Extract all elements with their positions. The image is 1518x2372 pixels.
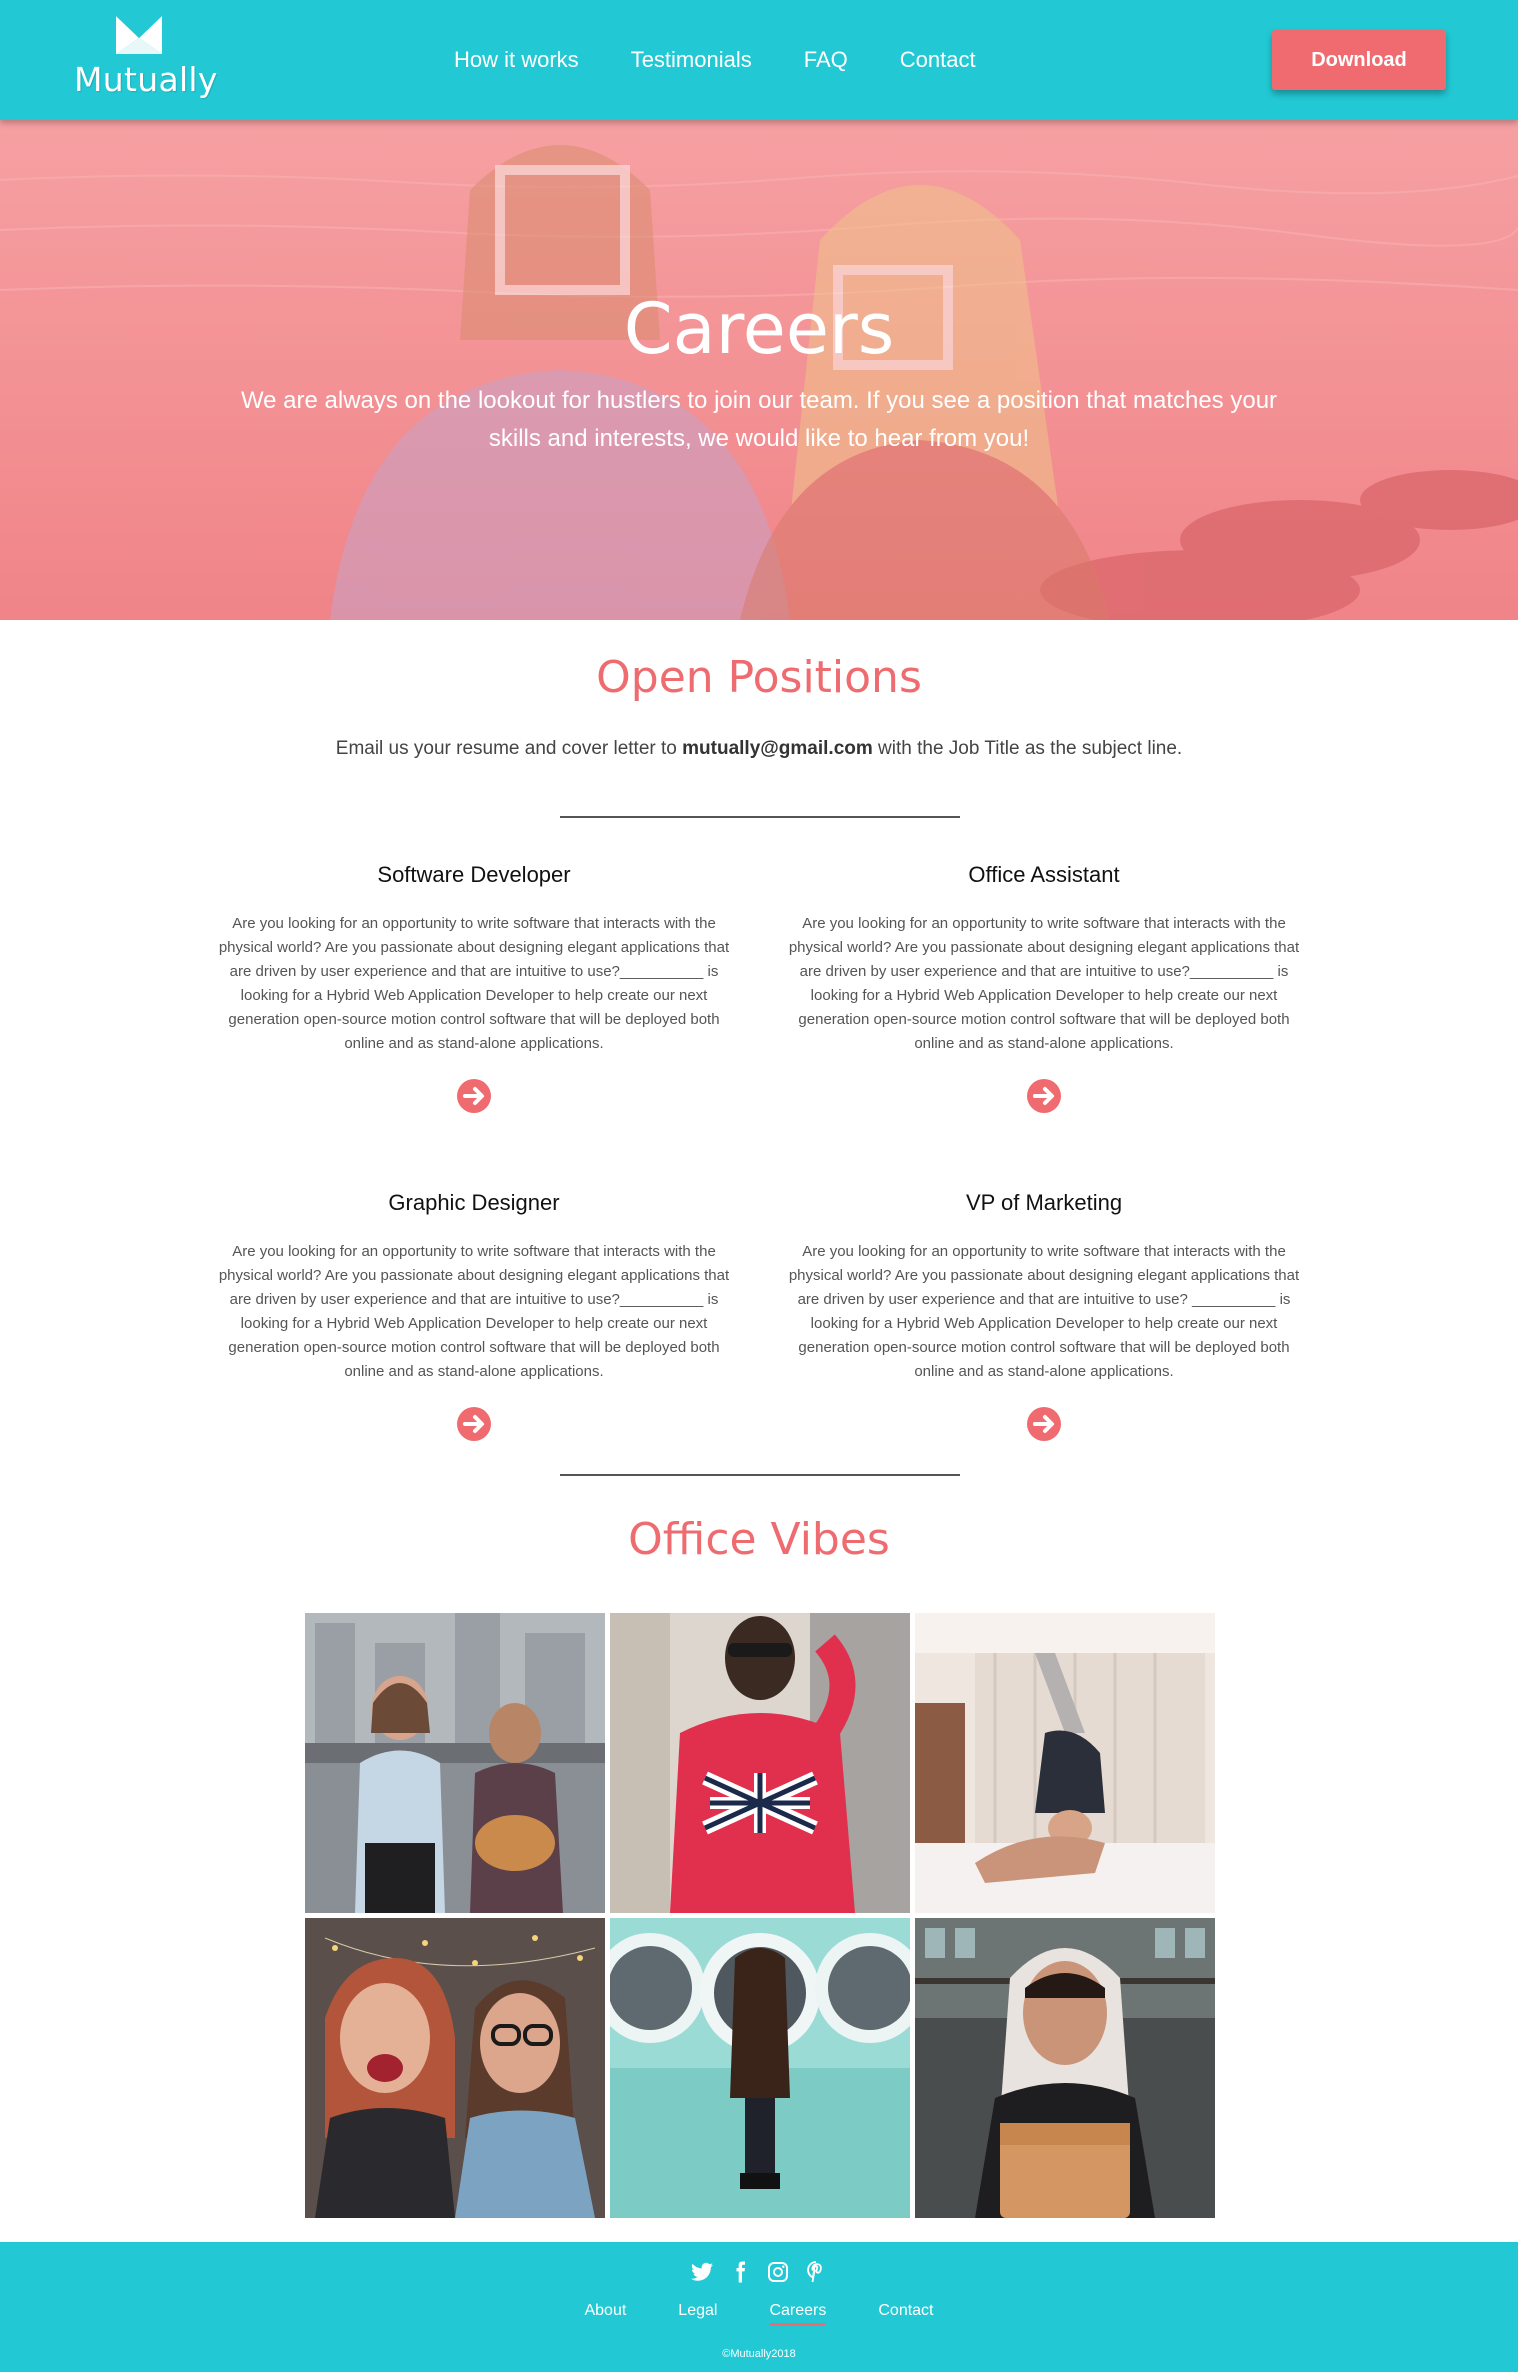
arrow-right-circle-icon[interactable] — [456, 1406, 492, 1442]
footer-link-careers[interactable]: Careers — [769, 2302, 826, 2326]
nav-contact[interactable]: Contact — [900, 44, 976, 76]
job-title: VP of Marketing — [965, 1190, 1123, 1215]
footer-nav: About Legal Careers Contact — [0, 2302, 1518, 2326]
gallery-photo[interactable] — [305, 1613, 605, 1913]
footer-link-contact[interactable]: Contact — [878, 2302, 933, 2326]
arrow-right-circle-icon[interactable] — [1026, 1406, 1062, 1442]
job-description: Are you looking for an opportunity to wr… — [218, 1243, 730, 1380]
gallery-photo[interactable] — [915, 1918, 1215, 2218]
gallery-photo[interactable] — [610, 1613, 910, 1913]
hero-photo — [0, 120, 1518, 620]
positions-intro: Email us your resume and cover letter to… — [0, 738, 1518, 760]
job-description: Are you looking for an opportunity to wr… — [788, 915, 1300, 1052]
nav-how-it-works[interactable]: How it works — [454, 44, 579, 76]
job-title: Software Developer — [377, 862, 571, 887]
nav-faq[interactable]: FAQ — [804, 44, 848, 76]
section-divider — [560, 1474, 960, 1476]
footer-link-legal[interactable]: Legal — [678, 2302, 717, 2326]
download-button[interactable]: Download — [1272, 30, 1446, 90]
office-gallery — [305, 1613, 1215, 2218]
pinterest-icon[interactable] — [804, 2260, 828, 2284]
hero-title: Careers — [623, 288, 895, 370]
arrow-right-circle-icon[interactable] — [456, 1078, 492, 1114]
site-header: Mutually How it works Testimonials FAQ C… — [0, 0, 1518, 120]
gallery-photo[interactable] — [915, 1613, 1215, 1913]
main-nav: How it works Testimonials FAQ Contact — [454, 44, 976, 76]
hero-description: We are always on the lookout for hustler… — [240, 387, 1278, 452]
job-description: Are you looking for an opportunity to wr… — [788, 1243, 1300, 1380]
twitter-icon[interactable] — [690, 2260, 714, 2284]
hero-banner: Careers We are always on the lookout for… — [0, 120, 1518, 620]
job-card-graphic-designer: Graphic Designer Are you looking for an … — [210, 1190, 738, 1441]
gallery-photo[interactable] — [305, 1918, 605, 2218]
site-footer: About Legal Careers Contact ©Mutually201… — [0, 2242, 1518, 2372]
brand-name: Mutually — [74, 60, 218, 99]
job-description: Are you looking for an opportunity to wr… — [218, 915, 730, 1052]
open-positions-title: Open Positions — [596, 652, 922, 703]
job-card-vp-of-marketing: VP of Marketing Are you looking for an o… — [780, 1190, 1308, 1441]
job-card-software-developer: Software Developer Are you looking for a… — [210, 862, 738, 1113]
intro-text-after: with the Job Title as the subject line. — [872, 738, 1183, 759]
job-title: Office Assistant — [968, 862, 1120, 887]
nav-testimonials[interactable]: Testimonials — [631, 44, 752, 76]
logo-mark-icon — [116, 16, 162, 54]
contact-email[interactable]: mutually@gmail.com — [682, 738, 873, 759]
social-links — [0, 2260, 1518, 2284]
job-card-office-assistant: Office Assistant Are you looking for an … — [780, 862, 1308, 1113]
office-vibes-title: Office Vibes — [628, 1514, 890, 1565]
copyright-text: ©Mutually2018 — [722, 2348, 796, 2360]
arrow-right-circle-icon[interactable] — [1026, 1078, 1062, 1114]
brand-logo[interactable]: Mutually — [74, 14, 218, 114]
footer-link-about[interactable]: About — [584, 2302, 626, 2326]
gallery-photo[interactable] — [610, 1918, 910, 2218]
instagram-icon[interactable] — [766, 2260, 790, 2284]
facebook-icon[interactable] — [728, 2260, 752, 2284]
section-divider — [560, 816, 960, 818]
intro-text-before: Email us your resume and cover letter to — [335, 738, 683, 759]
job-title: Graphic Designer — [388, 1190, 560, 1215]
